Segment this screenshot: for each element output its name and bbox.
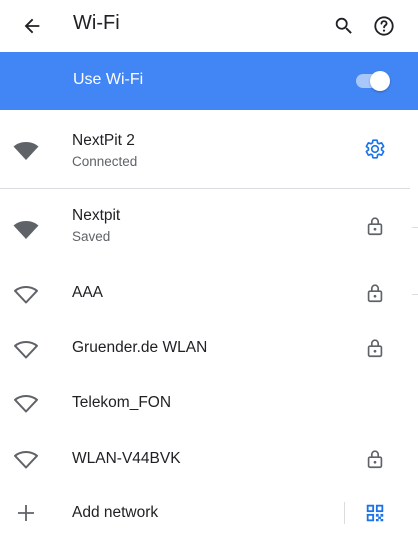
- lock-icon: [364, 448, 386, 470]
- wifi-signal-full-icon: [12, 217, 40, 241]
- network-item[interactable]: WLAN-V44BVK: [0, 431, 418, 487]
- toggle-thumb: [370, 71, 390, 91]
- lock-icon: [364, 282, 386, 304]
- use-wifi-toggle[interactable]: [354, 71, 390, 91]
- wifi-signal-full-icon: [12, 138, 40, 162]
- use-wifi-label: Use Wi-Fi: [73, 71, 144, 88]
- network-item-connected[interactable]: NextPit 2 Connected: [0, 110, 418, 188]
- network-item[interactable]: Telekom_FON: [0, 377, 418, 431]
- network-item[interactable]: Gruender.de WLAN: [0, 321, 418, 377]
- plus-icon: [12, 501, 40, 525]
- wifi-signal-outline-icon: [12, 391, 40, 415]
- lock-icon: [364, 215, 386, 237]
- network-item[interactable]: Nextpit Saved: [0, 189, 418, 265]
- network-status: Saved: [72, 229, 111, 244]
- wifi-signal-outline-icon: [12, 447, 40, 471]
- network-item[interactable]: AAA: [0, 265, 418, 321]
- back-arrow-icon[interactable]: [14, 8, 50, 44]
- wifi-signal-outline-icon: [12, 282, 40, 306]
- network-name: Telekom_FON: [72, 394, 172, 411]
- network-name: NextPit 2: [72, 132, 135, 149]
- qr-code-icon[interactable]: [364, 502, 386, 524]
- app-bar: Wi-Fi: [0, 0, 418, 52]
- wifi-settings-screen: Wi-Fi Use Wi-Fi NextPit 2 Connected Next…: [0, 0, 418, 544]
- scroll-edge-marker: [412, 294, 418, 295]
- lock-icon: [364, 337, 386, 359]
- use-wifi-switch-row[interactable]: Use Wi-Fi: [0, 52, 418, 110]
- network-name: Gruender.de WLAN: [72, 339, 208, 356]
- network-name: AAA: [72, 284, 104, 301]
- search-icon[interactable]: [326, 8, 362, 44]
- help-icon[interactable]: [366, 8, 402, 44]
- network-name: Nextpit: [72, 207, 121, 224]
- network-name: WLAN-V44BVK: [72, 450, 181, 467]
- wifi-signal-outline-icon: [12, 337, 40, 361]
- add-network-row[interactable]: Add network: [0, 487, 418, 539]
- qr-separator: [344, 502, 345, 524]
- gear-icon[interactable]: [364, 138, 386, 160]
- scroll-edge-marker: [412, 227, 418, 228]
- network-status: Connected: [72, 154, 138, 169]
- page-title: Wi-Fi: [73, 12, 120, 34]
- add-network-label: Add network: [72, 504, 159, 521]
